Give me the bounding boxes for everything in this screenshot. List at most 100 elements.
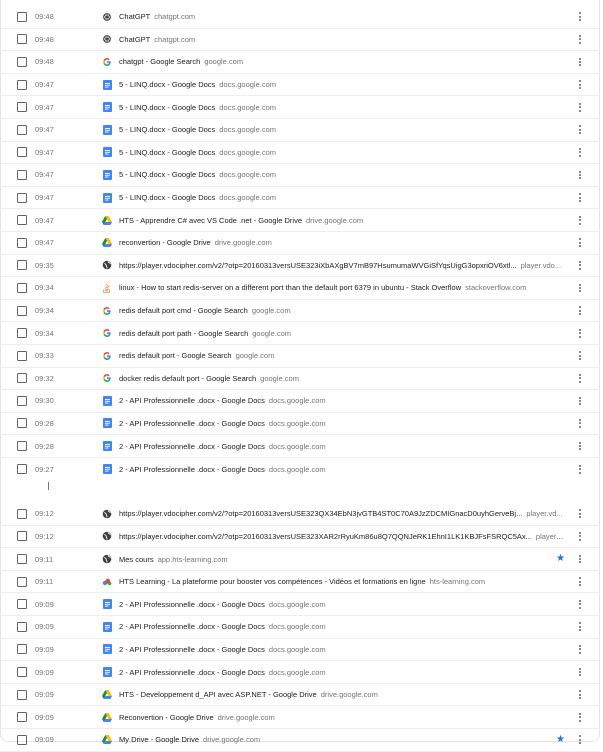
more-vert-icon[interactable]	[578, 351, 581, 361]
select-checkbox[interactable]	[17, 328, 27, 339]
more-vert-icon[interactable]	[578, 102, 581, 112]
history-entry-row[interactable]: 09:47 5 - LINQ.docx - Google Docs docs.goo…	[0, 187, 600, 210]
more-vert-icon[interactable]	[578, 712, 581, 722]
entry-link[interactable]: Reconvertion - Google Drive drive.google.…	[119, 713, 564, 722]
entry-link[interactable]: 5 - LINQ.docx - Google Docs docs.google.c…	[119, 80, 564, 89]
entry-link[interactable]: ChatGPT chatgpt.com	[119, 35, 564, 44]
entry-link[interactable]: redis default port path - Google Search g…	[119, 329, 564, 338]
more-vert-icon[interactable]	[578, 735, 581, 745]
more-vert-icon[interactable]	[578, 260, 581, 270]
select-checkbox[interactable]	[17, 621, 27, 632]
more-vert-icon[interactable]	[578, 238, 581, 248]
select-checkbox[interactable]	[17, 373, 27, 384]
entry-link[interactable]: 2 - API Professionnelle .docx - Google D…	[119, 419, 564, 428]
entry-link[interactable]: 2 - API Professionnelle .docx - Google D…	[119, 465, 564, 474]
history-entry-row[interactable]: 09:09 2 - API Professionnelle .docx - Goo…	[0, 639, 600, 662]
history-entry-row[interactable]: 09:28 2 - API Professionnelle .docx - Goo…	[0, 435, 600, 458]
entry-link[interactable]: 2 - API Professionnelle .docx - Google D…	[119, 396, 564, 405]
history-entry-row[interactable]: 09:47 5 - LINQ.docx - Google Docs docs.goo…	[0, 142, 600, 165]
select-checkbox[interactable]	[17, 237, 27, 248]
history-entry-row[interactable]: 09:47 5 - LINQ.docx - Google Docs docs.goo…	[0, 164, 600, 187]
more-vert-icon[interactable]	[578, 57, 581, 67]
more-vert-icon[interactable]	[578, 419, 581, 428]
more-vert-icon[interactable]	[578, 125, 581, 135]
entry-link[interactable]: HTS Learning - La plateforme pour booste…	[119, 577, 564, 586]
more-vert-icon[interactable]	[578, 464, 581, 474]
more-vert-icon[interactable]	[578, 554, 581, 564]
entry-link[interactable]: 2 - API Professionnelle .docx - Google D…	[119, 645, 564, 654]
select-checkbox[interactable]	[17, 508, 27, 519]
more-vert-icon[interactable]	[578, 577, 581, 587]
entry-link[interactable]: chatgpt - Google Search google.com	[119, 57, 564, 66]
select-checkbox[interactable]	[17, 350, 27, 361]
entry-link[interactable]: HTS - Developpement d_API avec ASP.NET -…	[119, 690, 564, 699]
history-entry-row[interactable]: 09:09 HTS - Developpement d_API avec ASP.…	[0, 684, 600, 707]
history-entry-row[interactable]: 09:47 HTS - Apprendre C# avec VS Code .ne…	[0, 209, 600, 232]
select-checkbox[interactable]	[17, 124, 27, 135]
history-entry-row[interactable]: 09:12 https://player.vdocipher.com/v2/?ot…	[0, 526, 600, 549]
select-checkbox[interactable]	[17, 576, 27, 587]
select-checkbox[interactable]	[17, 712, 27, 723]
select-checkbox[interactable]	[17, 554, 27, 565]
history-entry-row[interactable]: 09:47 5 - LINQ.docx - Google Docs docs.goo…	[0, 119, 600, 142]
select-checkbox[interactable]	[17, 644, 27, 655]
select-checkbox[interactable]	[17, 215, 27, 226]
more-vert-icon[interactable]	[578, 80, 581, 89]
history-entry-row[interactable]: 09:48 ChatGPT chatgpt.com	[0, 29, 600, 52]
select-checkbox[interactable]	[17, 56, 27, 67]
select-checkbox[interactable]	[17, 192, 27, 203]
more-vert-icon[interactable]	[578, 215, 581, 225]
history-entry-row[interactable]: 09:12 https://player.vdocipher.com/v2/?ot…	[0, 503, 600, 526]
history-entry-row[interactable]: 09:48 ChatGPT chatgpt.com	[0, 6, 600, 29]
more-vert-icon[interactable]	[578, 645, 581, 654]
entry-link[interactable]: 5 - LINQ.docx - Google Docs docs.google.c…	[119, 148, 564, 157]
entry-link[interactable]: My Drive - Google Drive drive.google.com	[119, 735, 564, 744]
history-entry-row[interactable]: 09:34 linux - How to start redis-server o…	[0, 277, 600, 300]
select-checkbox[interactable]	[17, 531, 27, 542]
more-vert-icon[interactable]	[578, 35, 581, 44]
entry-link[interactable]: 2 - API Professionnelle .docx - Google D…	[119, 622, 564, 631]
more-vert-icon[interactable]	[578, 328, 581, 338]
select-checkbox[interactable]	[17, 260, 27, 271]
entry-link[interactable]: 5 - LINQ.docx - Google Docs docs.google.c…	[119, 125, 564, 134]
history-entry-row[interactable]: 09:47 5 - LINQ.docx - Google Docs docs.goo…	[0, 96, 600, 119]
more-vert-icon[interactable]	[578, 12, 581, 22]
history-entry-row[interactable]: 09:11 HTS Learning - La plateforme pour b…	[0, 571, 600, 594]
select-checkbox[interactable]	[17, 34, 27, 45]
entry-link[interactable]: 2 - API Professionnelle .docx - Google D…	[119, 600, 564, 609]
select-checkbox[interactable]	[17, 305, 27, 316]
more-vert-icon[interactable]	[578, 306, 581, 315]
entry-link[interactable]: 2 - API Professionnelle .docx - Google D…	[119, 668, 564, 677]
more-vert-icon[interactable]	[578, 396, 581, 406]
select-checkbox[interactable]	[17, 599, 27, 610]
select-checkbox[interactable]	[17, 441, 27, 452]
entry-link[interactable]: https://player.vdocipher.com/v2/?otp=201…	[119, 532, 564, 541]
more-vert-icon[interactable]	[578, 193, 581, 202]
select-checkbox[interactable]	[17, 79, 27, 90]
entry-link[interactable]: HTS - Apprendre C# avec VS Code .net - G…	[119, 216, 564, 225]
select-checkbox[interactable]	[17, 395, 27, 406]
more-vert-icon[interactable]	[578, 532, 581, 541]
entry-link[interactable]: 5 - LINQ.docx - Google Docs docs.google.c…	[119, 103, 564, 112]
more-vert-icon[interactable]	[578, 509, 581, 519]
history-entry-row[interactable]: 09:09 2 - API Professionnelle .docx - Goo…	[0, 616, 600, 639]
more-vert-icon[interactable]	[578, 441, 581, 451]
entry-link[interactable]: reconvertion - Google Drive drive.google.…	[119, 238, 564, 247]
history-entry-row[interactable]: 09:09 Reconvertion - Google Drive drive.go…	[0, 706, 600, 729]
entry-link[interactable]: 5 - LINQ.docx - Google Docs docs.google.c…	[119, 193, 564, 202]
select-checkbox[interactable]	[17, 169, 27, 180]
entry-link[interactable]: ChatGPT chatgpt.com	[119, 12, 564, 21]
history-entry-row[interactable]: 09:09 2 - API Professionnelle .docx - Goo…	[0, 661, 600, 684]
select-checkbox[interactable]	[17, 418, 27, 429]
more-vert-icon[interactable]	[578, 170, 581, 180]
entry-link[interactable]: 5 - LINQ.docx - Google Docs docs.google.c…	[119, 170, 564, 179]
more-vert-icon[interactable]	[578, 690, 581, 699]
more-vert-icon[interactable]	[578, 283, 581, 293]
more-vert-icon[interactable]	[578, 373, 581, 383]
history-entry-row[interactable]: 09:33 redis default port - Google Search g…	[0, 345, 600, 368]
history-entry-row[interactable]: 09:09 My Drive - Google Drive drive.google…	[0, 729, 600, 752]
entry-link[interactable]: 2 - API Professionnelle .docx - Google D…	[119, 442, 564, 451]
history-entry-row[interactable]: 09:47 reconvertion - Google Drive drive.go…	[0, 232, 600, 255]
history-entry-row[interactable]: 09:47 5 - LINQ.docx - Google Docs docs.goo…	[0, 74, 600, 97]
star-icon[interactable]: ★	[556, 554, 565, 564]
